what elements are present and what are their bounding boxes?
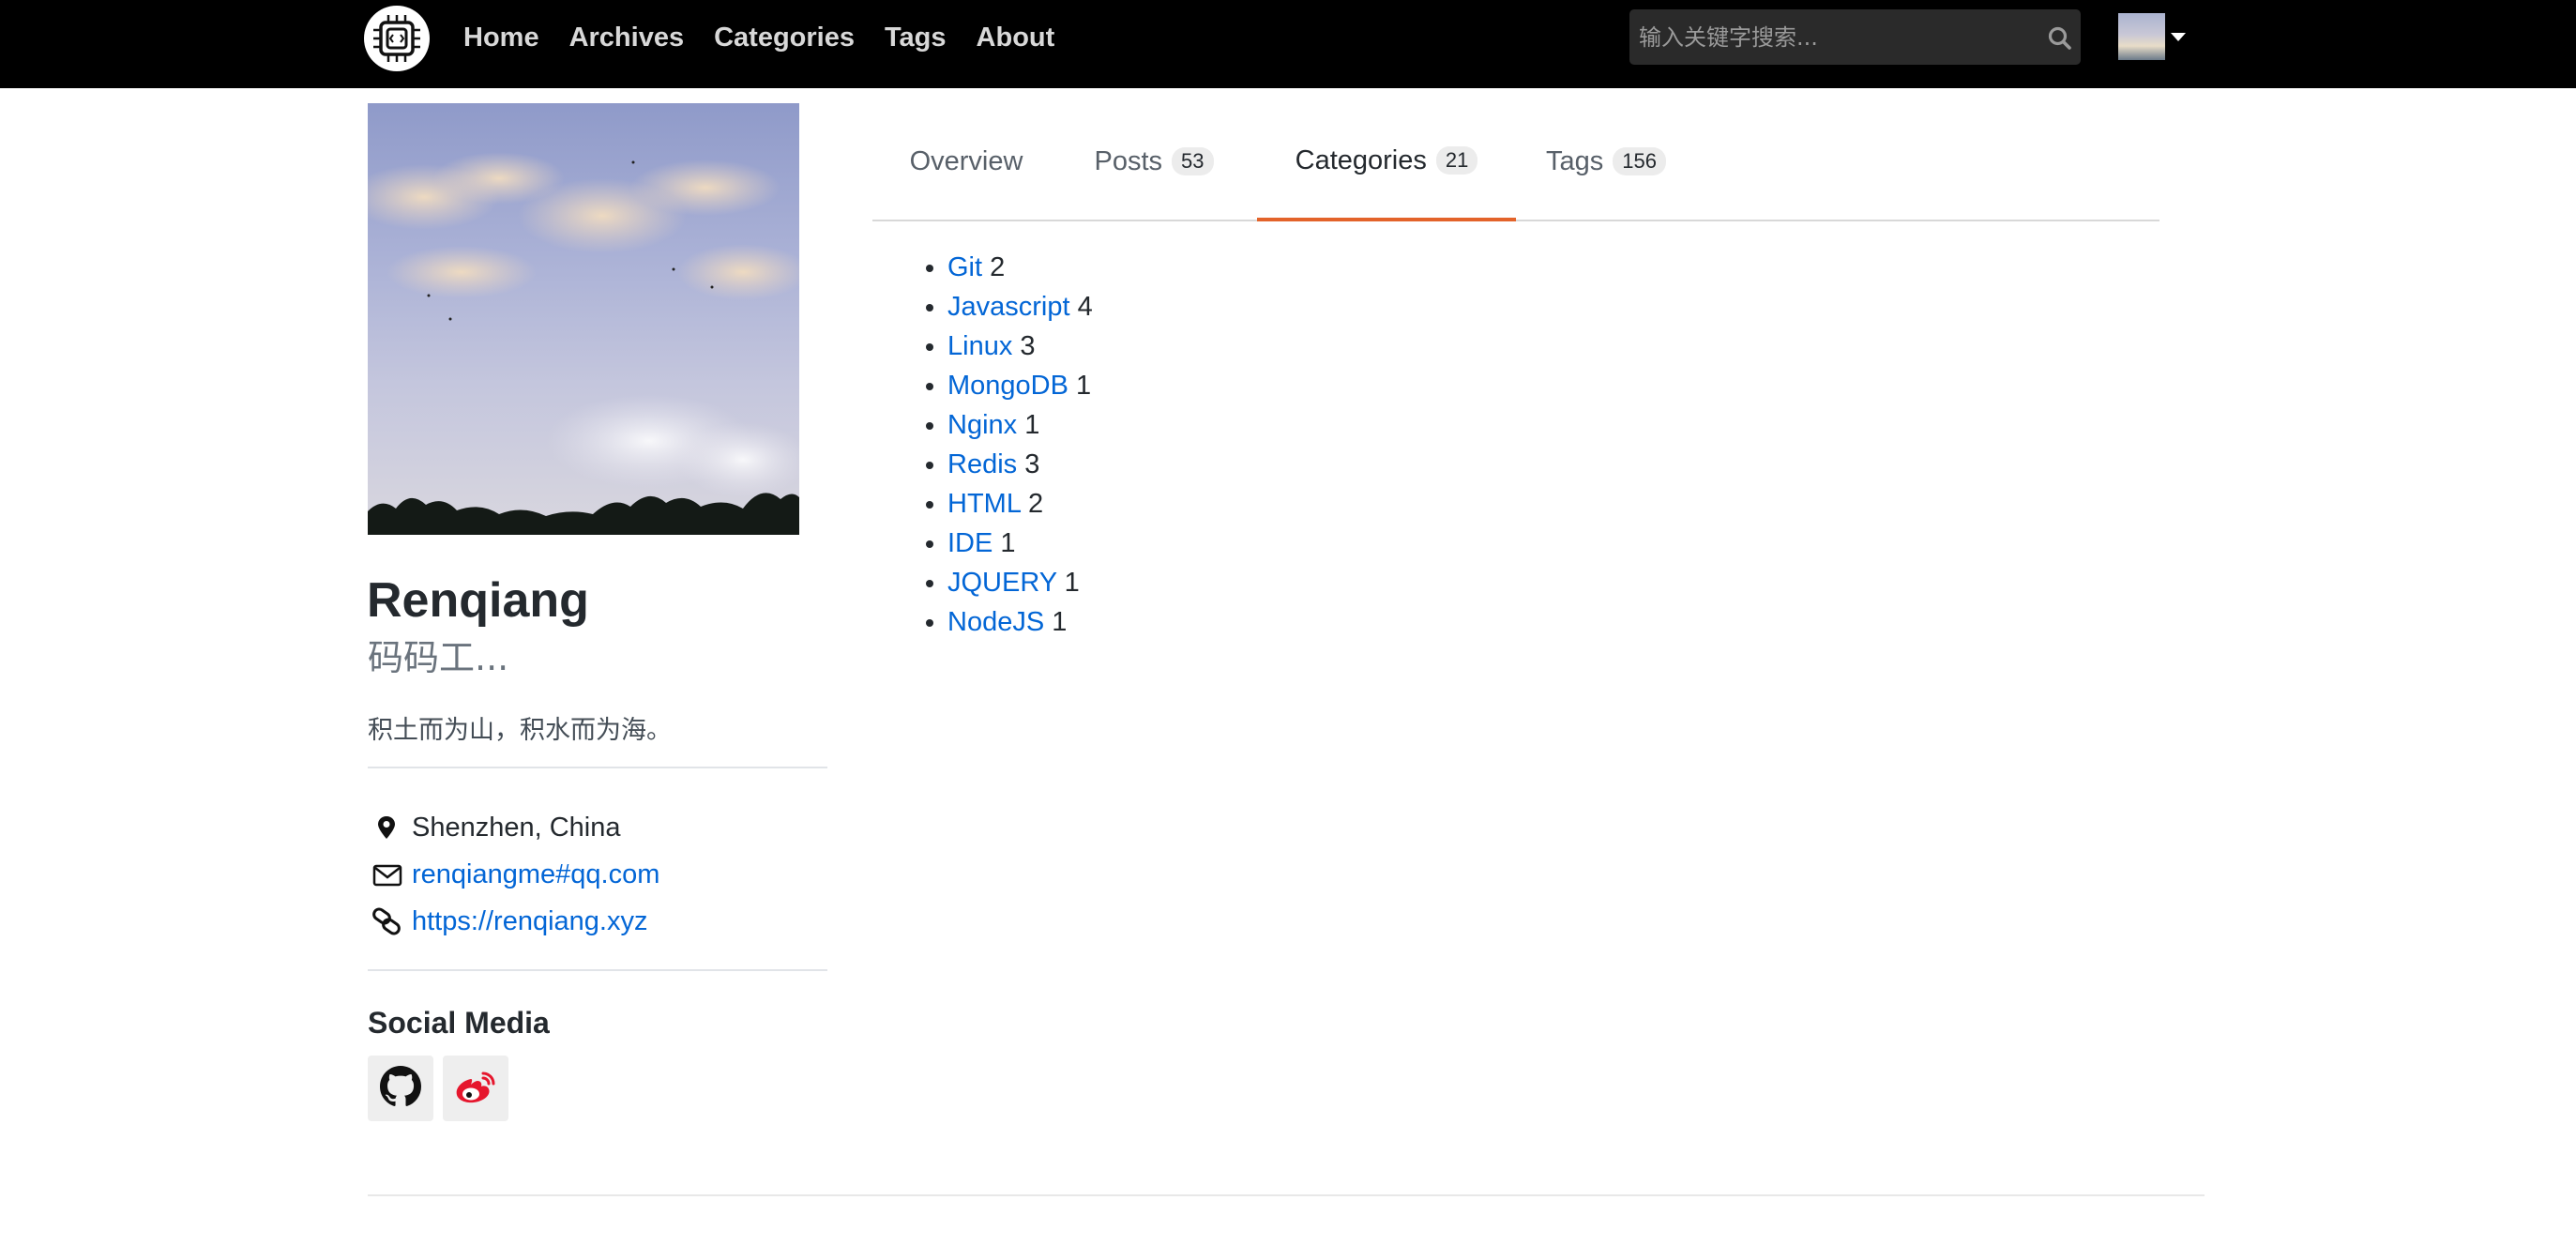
category-count: 1: [1064, 568, 1080, 598]
category-list: Git 2 Javascript 4 Linux 3 MongoDB 1 Ngi…: [916, 248, 1093, 642]
category-link[interactable]: Linux: [947, 331, 1012, 361]
category-link[interactable]: Redis: [947, 449, 1017, 479]
tab-overview[interactable]: Overview: [872, 103, 1060, 220]
website-link[interactable]: https://renqiang.xyz: [412, 906, 647, 937]
list-item: NodeJS 1: [947, 602, 1093, 642]
category-link[interactable]: Nginx: [947, 410, 1017, 440]
posts-count-badge: 53: [1172, 147, 1214, 175]
profile-name: Renqiang: [367, 573, 589, 628]
tab-label: Tags: [1546, 145, 1604, 176]
tab-tags[interactable]: Tags 156: [1522, 103, 1690, 220]
category-count: 1: [1000, 528, 1016, 558]
website-row: https://renqiang.xyz: [368, 903, 647, 940]
list-item: Nginx 1: [947, 405, 1093, 445]
list-item: Javascript 4: [947, 287, 1093, 327]
nav-categories-link[interactable]: Categories: [714, 23, 855, 53]
category-link[interactable]: IDE: [947, 528, 993, 558]
tab-label: Posts: [1094, 145, 1163, 176]
category-count: 2: [990, 252, 1006, 282]
search-input[interactable]: [1639, 9, 2023, 65]
footer-divider: [368, 1194, 2205, 1196]
profile-photo: [368, 103, 799, 535]
category-link[interactable]: JQUERY: [947, 568, 1057, 598]
github-icon: [380, 1065, 421, 1112]
category-count: 1: [1076, 371, 1092, 401]
email-row: renqiangme#qq.com: [368, 856, 659, 893]
list-item: Git 2: [947, 248, 1093, 287]
search-icon[interactable]: [2048, 26, 2072, 55]
category-link[interactable]: MongoDB: [947, 371, 1068, 401]
social-media-title: Social Media: [368, 1006, 550, 1040]
category-link[interactable]: NodeJS: [947, 607, 1044, 637]
list-item: IDE 1: [947, 524, 1093, 563]
category-count: 3: [1024, 449, 1040, 479]
search-box: [1629, 9, 2081, 65]
nav-archives-link[interactable]: Archives: [569, 23, 685, 53]
list-item: HTML 2: [947, 484, 1093, 524]
tab-posts[interactable]: Posts 53: [1060, 103, 1248, 220]
info-divider: [368, 969, 827, 971]
list-item: Linux 3: [947, 327, 1093, 366]
category-count: 1: [1052, 607, 1068, 637]
tab-label: Categories: [1295, 144, 1427, 175]
site-logo-icon[interactable]: [364, 6, 430, 71]
category-count: 1: [1024, 410, 1040, 440]
location-row: Shenzhen, China: [368, 809, 621, 846]
profile-tabs: Overview Posts 53 Categories 21 Tags 156: [872, 103, 2159, 221]
list-item: JQUERY 1: [947, 563, 1093, 602]
weibo-icon: [452, 1066, 499, 1112]
nav-home-link[interactable]: Home: [463, 23, 539, 53]
tab-label: Overview: [909, 145, 1023, 176]
nav-links: Home Archives Categories Tags About: [463, 0, 1084, 75]
link-icon: [368, 903, 405, 940]
category-count: 3: [1020, 331, 1036, 361]
category-link[interactable]: Javascript: [947, 292, 1070, 322]
caret-down-icon[interactable]: [2171, 33, 2186, 41]
category-count: 2: [1027, 489, 1044, 519]
top-navbar: Home Archives Categories Tags About: [0, 0, 2576, 88]
tags-count-badge: 156: [1613, 147, 1666, 175]
email-link[interactable]: renqiangme#qq.com: [412, 859, 659, 890]
profile-divider: [368, 767, 827, 768]
github-button[interactable]: [368, 1056, 433, 1121]
category-link[interactable]: HTML: [947, 489, 1021, 519]
user-avatar[interactable]: [2118, 13, 2165, 60]
category-link[interactable]: Git: [947, 252, 982, 282]
map-marker-icon: [368, 809, 405, 846]
category-count: 4: [1077, 292, 1093, 322]
tab-categories[interactable]: Categories 21: [1257, 103, 1516, 221]
list-item: MongoDB 1: [947, 366, 1093, 405]
profile-nickname: 码码工...: [368, 637, 509, 678]
envelope-icon: [368, 856, 405, 893]
location-text: Shenzhen, China: [412, 812, 621, 843]
profile-bio: 积土而为山，积水而为海。: [368, 716, 672, 745]
weibo-button[interactable]: [443, 1056, 508, 1121]
nav-about-link[interactable]: About: [977, 23, 1055, 53]
categories-count-badge: 21: [1435, 146, 1478, 175]
list-item: Redis 3: [947, 445, 1093, 484]
nav-tags-link[interactable]: Tags: [885, 23, 947, 53]
